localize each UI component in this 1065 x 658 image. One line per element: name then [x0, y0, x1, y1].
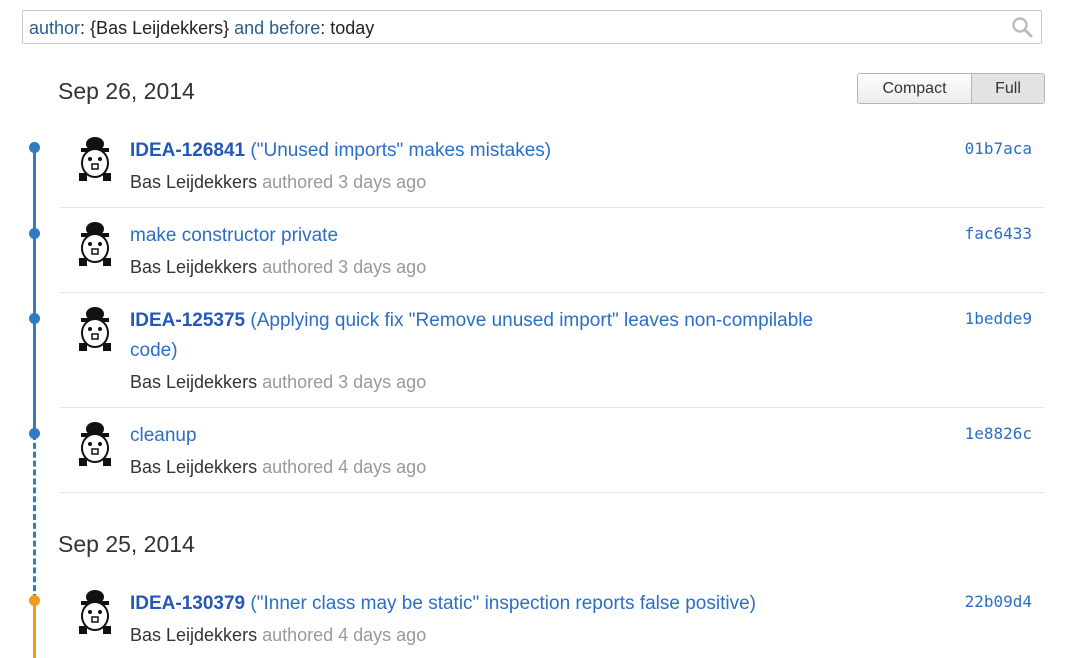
query-token-before-key: and before [234, 18, 321, 38]
commit-message-link[interactable]: IDEA-126841 ("Unused imports" makes mist… [130, 136, 860, 166]
avatar [79, 222, 111, 266]
author-name[interactable]: Bas Leijdekkers [130, 457, 257, 477]
avatar [79, 590, 111, 634]
commit-message[interactable]: ("Unused imports" makes mistakes) [245, 140, 551, 161]
commit-time: 4 days ago [338, 457, 427, 477]
query-token-author-value: : {Bas Leijdekkers} [80, 18, 235, 38]
author-name[interactable]: Bas Leijdekkers [130, 372, 257, 392]
commit-message[interactable]: cleanup [130, 425, 197, 446]
query-token-author-key: author [29, 18, 81, 38]
author-name[interactable]: Bas Leijdekkers [130, 257, 257, 277]
authored-label: authored [257, 257, 339, 277]
commit-hash[interactable]: fac6433 [965, 224, 1032, 243]
issue-id[interactable]: IDEA-126841 [130, 140, 245, 161]
commit-hash[interactable]: 22b09d4 [965, 592, 1032, 611]
compact-view-button[interactable]: Compact [858, 74, 972, 103]
commit-meta: Bas Leijdekkers authored 4 days ago [130, 625, 426, 646]
avatar [79, 422, 111, 466]
commit-meta: Bas Leijdekkers authored 4 days ago [130, 457, 426, 478]
commit-hash[interactable]: 1e8826c [965, 424, 1032, 443]
timeline-rail [33, 148, 36, 434]
commit-row[interactable]: cleanup Bas Leijdekkers authored 4 days … [60, 410, 1044, 493]
commit-dot [29, 595, 40, 606]
avatar [79, 307, 111, 351]
search-input[interactable]: author: {Bas Leijdekkers} and before: to… [22, 10, 1042, 44]
commit-meta: Bas Leijdekkers authored 3 days ago [130, 372, 426, 393]
commit-message[interactable]: ("Inner class may be static" inspection … [245, 593, 756, 614]
commit-hash[interactable]: 1bedde9 [965, 309, 1032, 328]
query-token-before-value: : today [320, 18, 375, 38]
author-name[interactable]: Bas Leijdekkers [130, 625, 257, 645]
timeline-rail-branch [33, 601, 36, 658]
author-name[interactable]: Bas Leijdekkers [130, 172, 257, 192]
commit-message-link[interactable]: make constructor private [130, 221, 860, 251]
commit-message-link[interactable]: IDEA-130379 ("Inner class may be static"… [130, 589, 860, 619]
authored-label: authored [257, 457, 339, 477]
timeline-rail-dashed [33, 434, 36, 600]
commit-row[interactable]: IDEA-126841 ("Unused imports" makes mist… [60, 125, 1044, 208]
commit-meta: Bas Leijdekkers authored 3 days ago [130, 257, 426, 278]
search-query[interactable]: author: {Bas Leijdekkers} and before: to… [29, 18, 374, 39]
commit-dot [29, 428, 40, 439]
authored-label: authored [257, 172, 339, 192]
commit-hash[interactable]: 01b7aca [965, 139, 1032, 158]
full-view-button[interactable]: Full [972, 74, 1044, 103]
commit-time: 3 days ago [338, 257, 427, 277]
issue-id[interactable]: IDEA-130379 [130, 593, 245, 614]
commit-time: 4 days ago [338, 625, 427, 645]
commit-message-link[interactable]: IDEA-125375 (Applying quick fix "Remove … [130, 306, 860, 366]
authored-label: authored [257, 625, 339, 645]
commit-row[interactable]: IDEA-125375 (Applying quick fix "Remove … [60, 295, 1044, 408]
commit-time: 3 days ago [338, 372, 427, 392]
commit-dot [29, 228, 40, 239]
view-toggle: Compact Full [857, 73, 1045, 104]
commit-message[interactable]: make constructor private [130, 225, 338, 246]
avatar [79, 137, 111, 181]
commit-row[interactable]: make constructor private Bas Leijdekkers… [60, 210, 1044, 293]
commit-row[interactable]: IDEA-130379 ("Inner class may be static"… [60, 578, 1044, 658]
search-icon[interactable] [1011, 16, 1033, 38]
issue-id[interactable]: IDEA-125375 [130, 310, 245, 331]
commit-dot [29, 142, 40, 153]
commit-time: 3 days ago [338, 172, 427, 192]
commit-dot [29, 313, 40, 324]
date-header: Sep 26, 2014 [58, 78, 195, 104]
commit-meta: Bas Leijdekkers authored 3 days ago [130, 172, 426, 193]
commit-message-link[interactable]: cleanup [130, 421, 860, 451]
authored-label: authored [257, 372, 339, 392]
date-header: Sep 25, 2014 [58, 531, 195, 557]
